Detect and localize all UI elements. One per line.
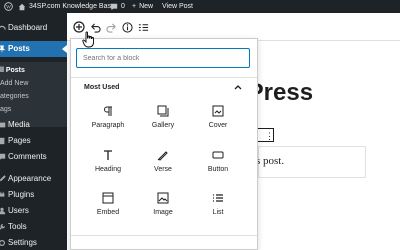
submenu-item-add-new[interactable]: Add New xyxy=(0,80,28,87)
wrench-icon xyxy=(0,224,5,230)
site-name-link[interactable]: 34SP.com Knowledge Base xyxy=(18,0,115,13)
home-icon xyxy=(18,3,26,10)
list-icon xyxy=(213,194,223,202)
block-embed[interactable]: Embed xyxy=(82,192,134,230)
new-link[interactable]: + New xyxy=(132,0,153,13)
sidebar-item-label: Users xyxy=(8,206,29,215)
sidebar-item-label: Tools xyxy=(8,222,27,231)
block-label: List xyxy=(212,209,224,216)
sidebar-item-media[interactable]: Media xyxy=(0,117,67,133)
sidebar-item-label: Settings xyxy=(8,238,37,247)
verse-icon xyxy=(157,151,168,161)
sidebar-item-comments[interactable]: Comments xyxy=(0,149,67,165)
cover-icon xyxy=(212,105,224,117)
heading-icon xyxy=(104,150,112,160)
sidebar-item-label: Appearance xyxy=(8,174,52,183)
block-label: Gallery xyxy=(151,122,175,129)
block-list[interactable]: List xyxy=(192,192,244,230)
block-navigation-button[interactable] xyxy=(136,20,150,34)
block-verse[interactable]: Verse xyxy=(137,149,189,187)
sidebar-item-plugins[interactable]: Plugins xyxy=(0,187,67,203)
new-label: New xyxy=(139,3,154,10)
plus-icon: + xyxy=(132,3,137,10)
block-label: Paragraph xyxy=(91,122,125,129)
block-label: Embed xyxy=(96,209,120,216)
view-post-label: View Post xyxy=(162,3,193,10)
submenu-item-categories[interactable]: ategories xyxy=(0,93,29,100)
comments-count: 0 xyxy=(121,3,125,10)
sidebar-item-label: Comments xyxy=(8,152,47,161)
media-icon xyxy=(0,122,6,128)
block-cover[interactable]: Cover xyxy=(192,105,244,143)
view-post-link[interactable]: View Post xyxy=(162,0,193,13)
redo-icon xyxy=(105,22,116,33)
sidebar-item-appearance[interactable]: Appearance xyxy=(0,171,67,187)
sidebar-item-label: Media xyxy=(8,120,30,129)
sidebar-item-users[interactable]: Users xyxy=(0,203,67,219)
divider xyxy=(71,235,257,236)
site-name: 34SP.com Knowledge Base xyxy=(29,3,115,10)
block-label: Image xyxy=(153,209,173,216)
users-icon xyxy=(0,207,6,215)
image-icon xyxy=(157,192,169,204)
block-paragraph[interactable]: Paragraph xyxy=(82,105,134,143)
block-button[interactable]: Button xyxy=(192,149,244,187)
sidebar-item-dashboard[interactable]: Dashboard xyxy=(0,20,67,36)
plugin-icon xyxy=(0,191,5,197)
sidebar-item-label: Dashboard xyxy=(8,23,48,32)
comments-icon xyxy=(0,153,6,160)
block-label: Cover xyxy=(208,122,228,129)
button-icon xyxy=(212,151,224,159)
sidebar-item-label: Pages xyxy=(8,136,31,145)
block-inserter-panel: Most Used Paragraph Gallery Cover Headin… xyxy=(70,38,258,250)
admin-bar: W 34SP.com Knowledge Base 0 + New View P… xyxy=(0,0,400,13)
hand-cursor-icon xyxy=(82,31,94,48)
comments-link[interactable]: 0 xyxy=(110,0,125,13)
paragraph-text[interactable]: s post. xyxy=(256,155,284,167)
list-view-icon xyxy=(138,23,148,31)
pages-icon xyxy=(0,137,5,145)
section-title: Most Used xyxy=(84,84,120,91)
pin-icon xyxy=(0,45,6,53)
admin-sidebar: Dashboard Posts ll Posts Add New ategori… xyxy=(0,13,67,250)
sidebar-item-tools[interactable]: Tools xyxy=(0,219,67,235)
editor-toolbar xyxy=(67,13,400,41)
paragraph-icon xyxy=(104,106,112,116)
block-label: Heading xyxy=(94,166,122,173)
brush-icon xyxy=(0,175,6,182)
gallery-icon xyxy=(157,105,169,117)
divider xyxy=(71,77,257,78)
sidebar-item-pages[interactable]: Pages xyxy=(0,133,67,149)
embed-icon xyxy=(102,192,114,204)
chevron-up-icon[interactable] xyxy=(233,83,243,91)
comment-bubble-icon xyxy=(110,3,118,10)
block-label: Verse xyxy=(154,166,172,173)
block-search-input[interactable] xyxy=(76,48,250,68)
redo-button[interactable] xyxy=(104,20,118,34)
wordpress-logo-icon[interactable]: W xyxy=(4,0,13,13)
info-icon xyxy=(121,21,133,33)
sidebar-item-settings[interactable]: Settings xyxy=(0,235,67,250)
block-heading[interactable]: Heading xyxy=(82,149,134,187)
dashboard-icon xyxy=(0,25,6,30)
content-info-button[interactable] xyxy=(120,20,134,34)
more-options-icon[interactable]: ⋮ xyxy=(265,130,274,142)
sidebar-item-label: Posts xyxy=(8,44,30,53)
block-gallery[interactable]: Gallery xyxy=(137,105,189,143)
sidebar-item-label: Plugins xyxy=(8,190,35,199)
block-image[interactable]: Image xyxy=(137,192,189,230)
settings-icon xyxy=(0,240,5,246)
block-label: Button xyxy=(207,166,229,173)
submenu-item-all-posts[interactable]: ll Posts xyxy=(0,67,25,74)
submenu-item-tags[interactable]: ags xyxy=(0,106,11,113)
sidebar-item-posts[interactable]: Posts xyxy=(0,41,67,57)
